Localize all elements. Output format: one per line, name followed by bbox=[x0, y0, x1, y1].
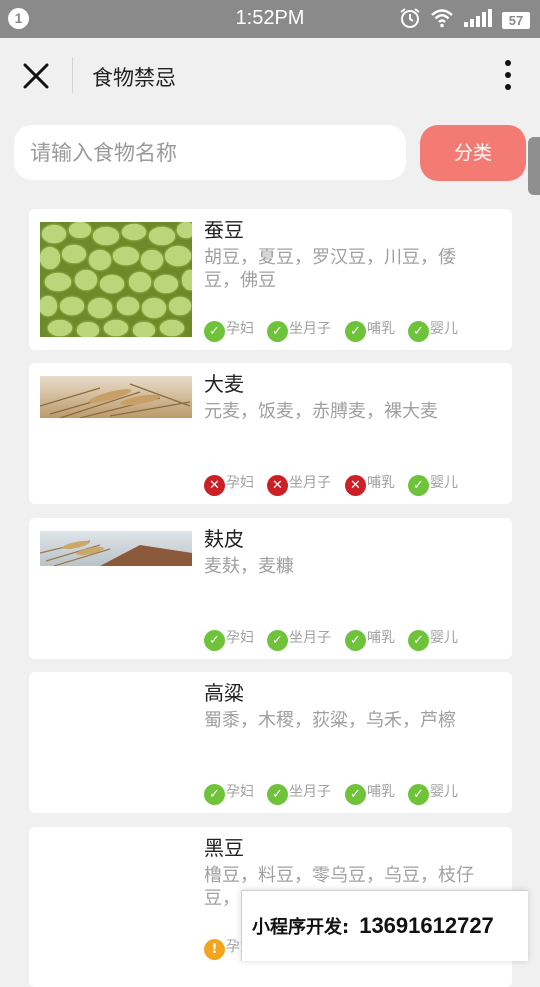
check-icon: ✓ bbox=[345, 321, 366, 342]
status-label: 哺乳 bbox=[367, 475, 395, 491]
promo-banner[interactable]: 小程序开发: 13691612727 bbox=[241, 890, 528, 961]
food-card[interactable]: 麸皮 麦麸，麦糠 ✓ 孕妇 ✓ 坐月子 ✓ 哺乳 ✓ 婴儿 bbox=[29, 518, 512, 659]
cross-icon: ✕ bbox=[204, 475, 225, 496]
check-icon: ✓ bbox=[408, 321, 429, 342]
search-box bbox=[14, 125, 406, 180]
status-label: 哺乳 bbox=[367, 784, 395, 800]
status-label: 孕妇 bbox=[226, 630, 254, 646]
signal-icon bbox=[463, 8, 493, 32]
food-name: 蚕豆 bbox=[204, 218, 244, 242]
status-label: 坐月子 bbox=[289, 784, 331, 800]
battery-indicator: 57 bbox=[502, 11, 530, 29]
check-icon: ✓ bbox=[408, 475, 429, 496]
food-image-barley bbox=[40, 376, 192, 418]
status-label: 哺乳 bbox=[367, 321, 395, 337]
food-aliases: 胡豆，夏豆，罗汉豆，川豆，倭豆，佛豆 bbox=[204, 247, 456, 291]
exclamation-icon: ! bbox=[204, 939, 225, 960]
status-label: 孕妇 bbox=[226, 784, 254, 800]
promo-label: 小程序开发: bbox=[252, 917, 350, 938]
food-aliases: 元麦，饭麦，赤膊麦，裸大麦 bbox=[204, 401, 438, 422]
alarm-icon bbox=[399, 7, 421, 33]
cross-icon: ✕ bbox=[345, 475, 366, 496]
food-name: 黑豆 bbox=[204, 836, 244, 860]
status-icons: 57 bbox=[399, 7, 530, 33]
search-input[interactable] bbox=[28, 131, 392, 175]
status-label: 婴儿 bbox=[430, 784, 458, 800]
status-label: 坐月子 bbox=[289, 630, 331, 646]
food-image-bran bbox=[40, 531, 192, 566]
status-label: 哺乳 bbox=[367, 630, 395, 646]
more-options-button[interactable] bbox=[502, 58, 514, 92]
category-button[interactable]: 分类 bbox=[420, 125, 526, 181]
more-vertical-icon bbox=[505, 60, 511, 90]
food-aliases: 蜀黍，木稷，荻粱，乌禾，芦檫 bbox=[204, 710, 456, 731]
status-label: 婴儿 bbox=[430, 475, 458, 491]
check-icon: ✓ bbox=[204, 321, 225, 342]
check-icon: ✓ bbox=[204, 784, 225, 805]
check-icon: ✓ bbox=[267, 321, 288, 342]
status-label: 婴儿 bbox=[430, 630, 458, 646]
food-name: 大麦 bbox=[204, 372, 244, 396]
check-icon: ✓ bbox=[408, 784, 429, 805]
check-icon: ✓ bbox=[345, 630, 366, 651]
status-badges: ✕ 孕妇 ✕ 坐月子 ✕ 哺乳 ✓ 婴儿 bbox=[204, 474, 504, 496]
check-icon: ✓ bbox=[408, 630, 429, 651]
status-label: 孕妇 bbox=[226, 321, 254, 337]
status-badges: ✓ 孕妇 ✓ 坐月子 ✓ 哺乳 ✓ 婴儿 bbox=[204, 320, 504, 342]
food-card[interactable]: 蚕豆 胡豆，夏豆，罗汉豆，川豆，倭豆，佛豆 ✓ 孕妇 ✓ 坐月子 ✓ 哺乳 ✓ … bbox=[29, 209, 512, 350]
check-icon: ✓ bbox=[267, 784, 288, 805]
side-drawer-handle[interactable] bbox=[528, 137, 540, 195]
check-icon: ✓ bbox=[267, 630, 288, 651]
check-icon: ✓ bbox=[345, 784, 366, 805]
wifi-icon bbox=[430, 8, 454, 32]
app-header: 食物禁忌 bbox=[0, 38, 540, 112]
cross-icon: ✕ bbox=[267, 475, 288, 496]
status-label: 婴儿 bbox=[430, 321, 458, 337]
header-divider bbox=[72, 57, 73, 93]
status-bar: 1 1:52PM 57 bbox=[0, 0, 540, 38]
check-icon: ✓ bbox=[204, 630, 225, 651]
food-card[interactable]: 大麦 元麦，饭麦，赤膊麦，裸大麦 ✕ 孕妇 ✕ 坐月子 ✕ 哺乳 ✓ 婴儿 bbox=[29, 363, 512, 504]
close-button[interactable] bbox=[20, 60, 52, 92]
food-name: 高粱 bbox=[204, 681, 244, 705]
food-name: 麸皮 bbox=[204, 527, 244, 551]
food-aliases: 麦麸，麦糠 bbox=[204, 556, 294, 577]
food-card[interactable]: 高粱 蜀黍，木稷，荻粱，乌禾，芦檫 ✓ 孕妇 ✓ 坐月子 ✓ 哺乳 ✓ 婴儿 bbox=[29, 672, 512, 813]
status-badges: ✓ 孕妇 ✓ 坐月子 ✓ 哺乳 ✓ 婴儿 bbox=[204, 629, 504, 651]
status-badges: ✓ 孕妇 ✓ 坐月子 ✓ 哺乳 ✓ 婴儿 bbox=[204, 783, 504, 805]
close-icon bbox=[23, 63, 49, 89]
page-title: 食物禁忌 bbox=[92, 66, 176, 90]
status-label: 坐月子 bbox=[289, 321, 331, 337]
food-image-broad-beans bbox=[40, 222, 192, 337]
status-label: 孕妇 bbox=[226, 475, 254, 491]
promo-phone: 13691612727 bbox=[359, 913, 494, 938]
status-label: 坐月子 bbox=[289, 475, 331, 491]
